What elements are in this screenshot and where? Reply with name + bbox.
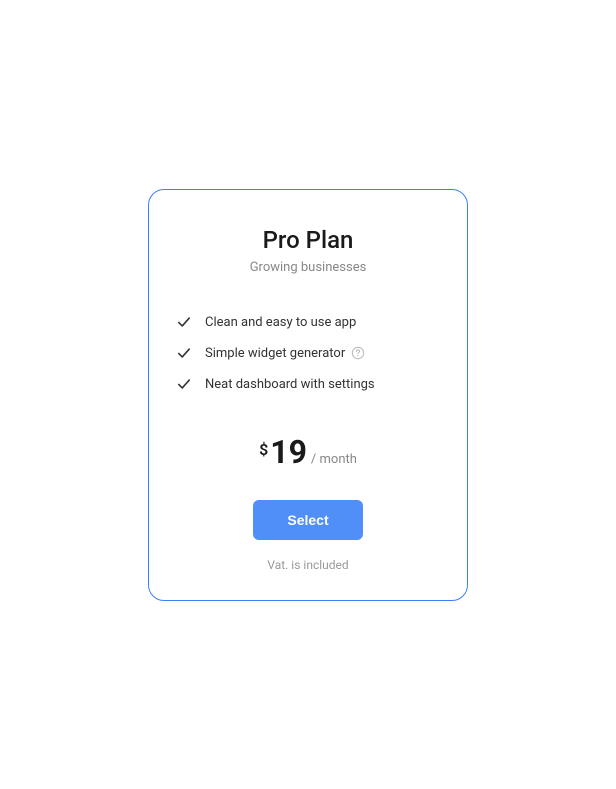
feature-label: Simple widget generator xyxy=(205,346,345,361)
price-amount: 19 xyxy=(270,436,307,468)
check-icon xyxy=(177,315,191,329)
price-period: / month xyxy=(311,452,357,467)
select-button[interactable]: Select xyxy=(253,500,362,540)
help-icon[interactable] xyxy=(351,346,365,360)
check-icon xyxy=(177,346,191,360)
feature-list: Clean and easy to use app Simple widget … xyxy=(177,315,439,392)
price: $ 19 / month xyxy=(259,436,357,468)
feature-item: Simple widget generator xyxy=(177,346,439,361)
check-icon xyxy=(177,377,191,391)
feature-item: Neat dashboard with settings xyxy=(177,377,439,392)
plan-subtitle: Growing businesses xyxy=(250,260,367,275)
vat-note: Vat. is included xyxy=(267,558,348,572)
pricing-card: Pro Plan Growing businesses Clean and ea… xyxy=(148,189,468,601)
price-currency: $ xyxy=(259,440,268,459)
plan-title: Pro Plan xyxy=(263,226,354,254)
feature-label: Clean and easy to use app xyxy=(205,315,356,330)
feature-label: Neat dashboard with settings xyxy=(205,377,375,392)
feature-item: Clean and easy to use app xyxy=(177,315,439,330)
